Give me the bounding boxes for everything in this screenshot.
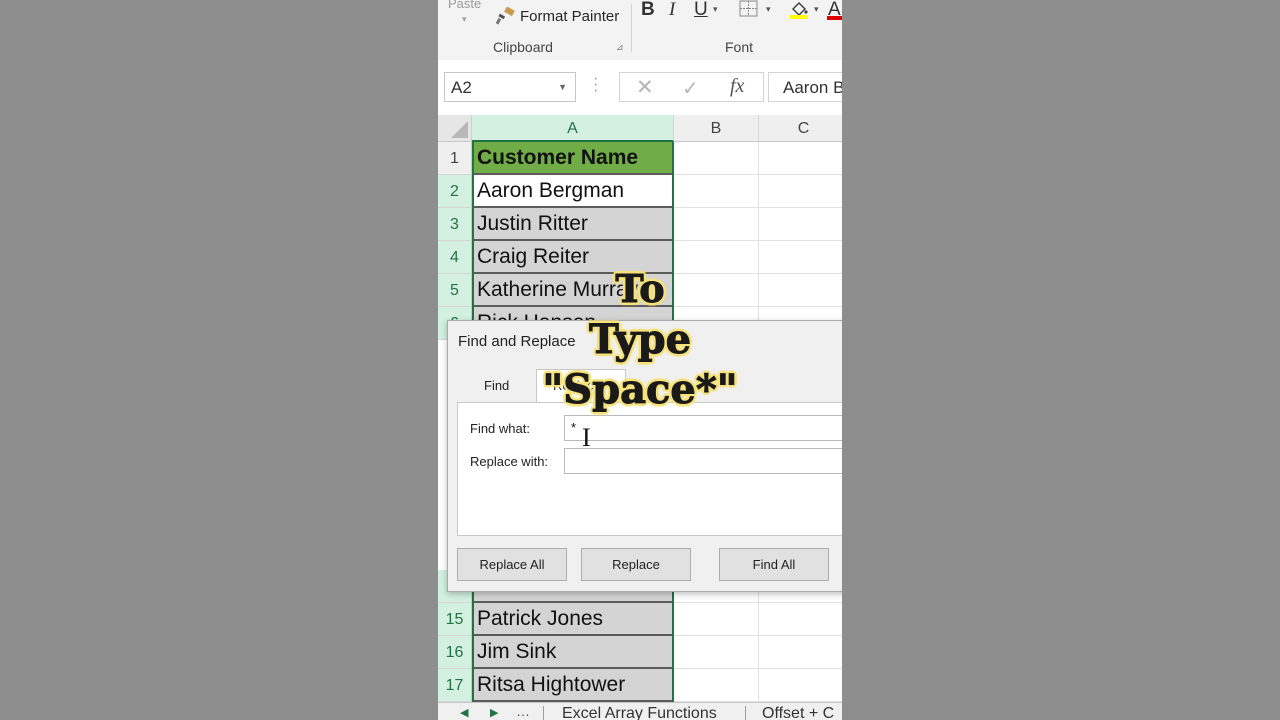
- row-header[interactable]: 3: [438, 208, 472, 241]
- cell-b3[interactable]: [674, 208, 759, 241]
- replace-with-label: Replace with:: [470, 454, 549, 469]
- cell-c3[interactable]: [759, 208, 842, 241]
- insert-function-icon[interactable]: fx: [730, 75, 744, 98]
- select-all-triangle-icon: [451, 121, 468, 138]
- format-painter-label: Format Painter: [520, 7, 620, 25]
- formula-bar: A2 ▼ ··· ✕ ✓ fx Aaron Bergman: [438, 60, 842, 115]
- enter-check-icon[interactable]: ✓: [682, 76, 699, 101]
- caption-text: To: [615, 266, 665, 312]
- cell-b1[interactable]: [674, 142, 759, 175]
- sheet-tab-excel-array-functions[interactable]: Excel Array Functions: [562, 705, 717, 720]
- find-what-label: Find what:: [470, 421, 530, 436]
- caption-line-2: Type: [438, 316, 842, 364]
- column-header-b[interactable]: B: [674, 115, 759, 142]
- row-header[interactable]: 15: [438, 603, 472, 636]
- cell-c1[interactable]: [759, 142, 842, 175]
- formula-buttons: ✕ ✓ fx: [619, 72, 764, 102]
- cell-b17[interactable]: [674, 669, 759, 702]
- font-color-swatch: [827, 16, 842, 20]
- fill-color-icon[interactable]: [788, 0, 810, 20]
- cell-a17[interactable]: Ritsa Hightower: [472, 669, 674, 702]
- name-box[interactable]: A2 ▼: [444, 72, 576, 102]
- ribbon: Paste ▾ Format Painter Clipboard ⊿ B I U…: [438, 0, 842, 61]
- tab-divider: [543, 706, 544, 720]
- cell-c16[interactable]: [759, 636, 842, 669]
- chevron-down-icon[interactable]: ▼: [558, 82, 567, 92]
- replace-with-input[interactable]: [564, 448, 842, 474]
- sheet-tab-offset[interactable]: Offset + C: [762, 705, 834, 720]
- resize-handle-icon[interactable]: · · ·: [593, 71, 598, 99]
- dialog-launcher-icon[interactable]: ⊿: [616, 42, 624, 53]
- video-pillarbox-right: [842, 0, 1280, 720]
- cell-b2[interactable]: [674, 175, 759, 208]
- cell-b15[interactable]: [674, 603, 759, 636]
- video-pillarbox-left: [0, 0, 438, 720]
- cell-a15[interactable]: Patrick Jones: [472, 603, 674, 636]
- cancel-icon[interactable]: ✕: [636, 75, 654, 100]
- formula-input[interactable]: Aaron Bergman: [768, 72, 842, 102]
- clipboard-group-label: Clipboard: [493, 39, 553, 55]
- row-header[interactable]: 17: [438, 669, 472, 702]
- chevron-down-icon[interactable]: ▾: [462, 14, 467, 25]
- formula-value: Aaron Bergman: [783, 78, 842, 97]
- caption-text: "Space*": [542, 366, 738, 414]
- paintbrush-icon: [496, 7, 515, 25]
- excel-window: Paste ▾ Format Painter Clipboard ⊿ B I U…: [438, 0, 842, 720]
- column-header-a[interactable]: A: [472, 115, 674, 142]
- scroll-left-icon[interactable]: ◀: [460, 706, 468, 719]
- cell-c15[interactable]: [759, 603, 842, 636]
- paste-button-label[interactable]: Paste: [448, 0, 481, 11]
- cell-c17[interactable]: [759, 669, 842, 702]
- caption-text: Type: [588, 316, 692, 364]
- group-divider: [631, 4, 632, 52]
- borders-icon[interactable]: [739, 0, 759, 18]
- row-header[interactable]: 16: [438, 636, 472, 669]
- cell-a16[interactable]: Jim Sink: [472, 636, 674, 669]
- scroll-right-icon[interactable]: ▶: [490, 706, 498, 719]
- chevron-down-icon[interactable]: ▾: [713, 4, 718, 15]
- sheet-tab-bar: ◀ ▶ … Excel Array Functions Offset + C: [438, 702, 842, 720]
- row-header[interactable]: 2: [438, 175, 472, 208]
- cell-a1[interactable]: Customer Name: [472, 142, 674, 175]
- column-header-c[interactable]: C: [759, 115, 842, 142]
- row-header[interactable]: 1: [438, 142, 472, 175]
- cell-a2[interactable]: Aaron Bergman: [472, 175, 674, 208]
- bold-button[interactable]: B: [641, 0, 655, 21]
- cell-b16[interactable]: [674, 636, 759, 669]
- cell-c2[interactable]: [759, 175, 842, 208]
- find-all-button[interactable]: Find All: [719, 548, 829, 581]
- select-all-button[interactable]: [438, 115, 472, 142]
- caption-line-1: To: [438, 266, 842, 312]
- more-sheets-icon[interactable]: …: [516, 703, 530, 719]
- replace-all-button[interactable]: Replace All: [457, 548, 567, 581]
- replace-button[interactable]: Replace: [581, 548, 691, 581]
- format-painter-button[interactable]: Format Painter: [496, 7, 619, 25]
- chevron-down-icon[interactable]: ▾: [814, 4, 819, 15]
- name-box-value: A2: [451, 78, 472, 97]
- cell-a3[interactable]: Justin Ritter: [472, 208, 674, 241]
- font-group-label: Font: [725, 39, 754, 55]
- chevron-down-icon[interactable]: ▾: [766, 4, 771, 15]
- caption-line-3: "Space*": [438, 366, 842, 414]
- italic-button[interactable]: I: [669, 0, 675, 21]
- tab-divider: [745, 706, 746, 720]
- find-what-input[interactable]: *: [564, 415, 842, 441]
- underline-button[interactable]: U: [694, 0, 708, 21]
